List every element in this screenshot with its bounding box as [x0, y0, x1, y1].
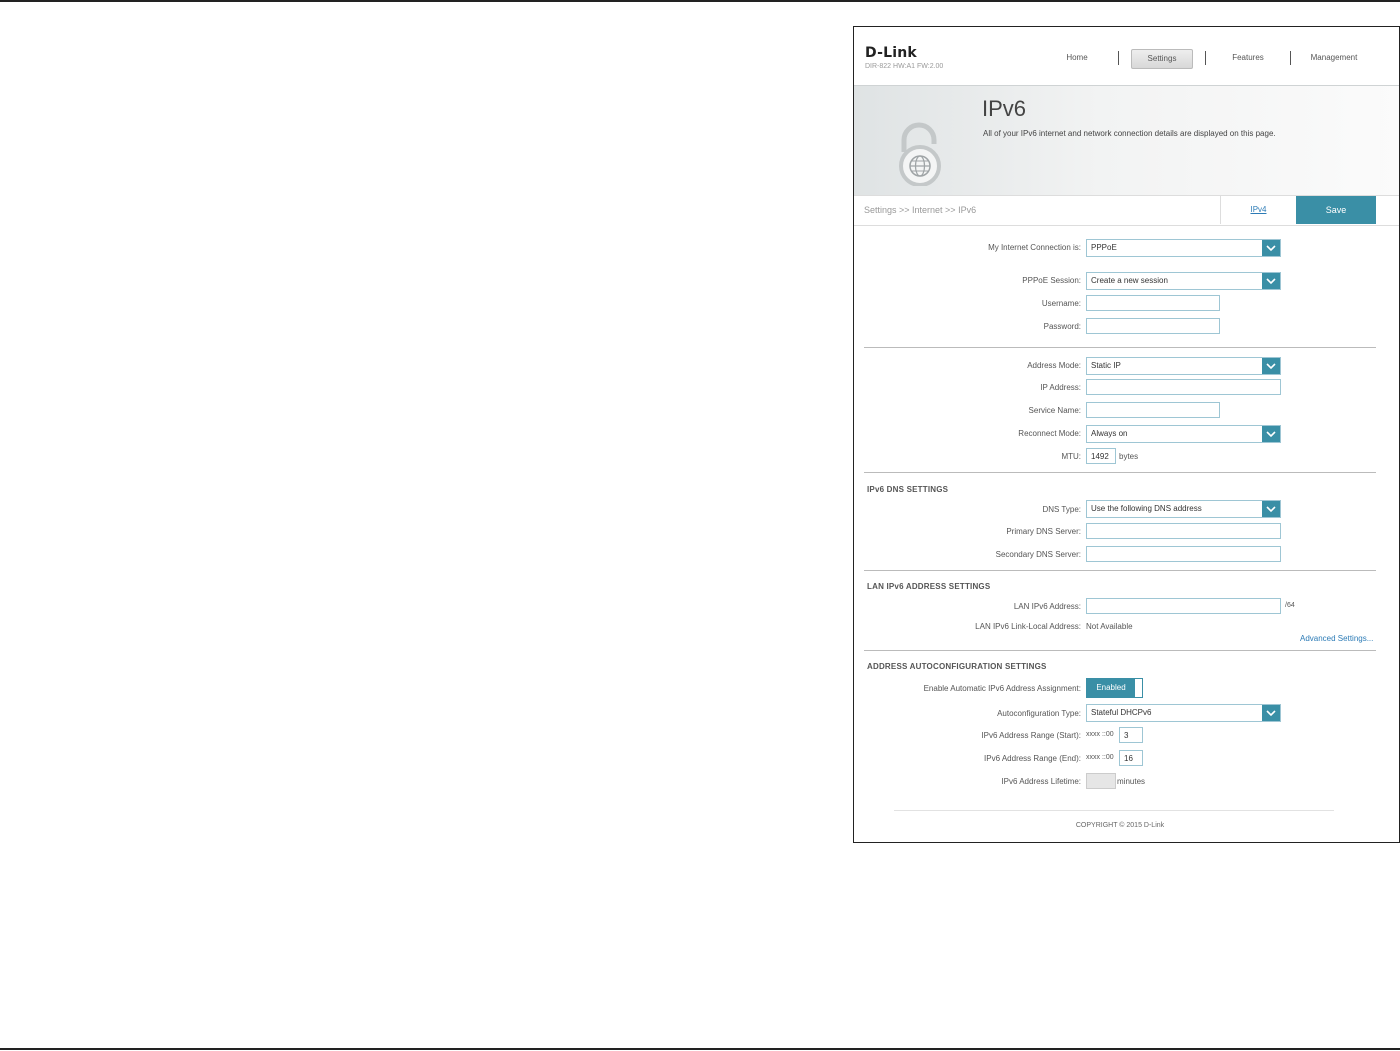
- dns-type-value: Use the following DNS address: [1091, 504, 1202, 513]
- enable-autoconfig-label: Enable Automatic IPv6 Address Assignment…: [923, 684, 1081, 693]
- unlocked-globe-lock-icon: [896, 122, 946, 191]
- ipv4-link[interactable]: IPv4: [1220, 196, 1296, 224]
- nav-home[interactable]: Home: [1052, 49, 1102, 67]
- username-field[interactable]: [1086, 295, 1220, 311]
- range-start-label: IPv6 Address Range (Start):: [981, 731, 1081, 740]
- nav-management[interactable]: Management: [1302, 49, 1366, 67]
- advanced-settings-link[interactable]: Advanced Settings...: [1300, 634, 1373, 643]
- chevron-down-icon: [1262, 358, 1280, 374]
- prefix-length: /64: [1285, 602, 1295, 609]
- pppoe-session-select[interactable]: Create a new session: [1086, 272, 1281, 290]
- range-start-field[interactable]: 3: [1119, 727, 1143, 743]
- address-mode-value: Static IP: [1091, 361, 1121, 370]
- chevron-down-icon: [1262, 273, 1280, 289]
- toggle-state: Enabled: [1087, 679, 1135, 697]
- secondary-dns-label: Secondary DNS Server:: [995, 550, 1081, 559]
- top-rule: [0, 0, 1400, 2]
- autoconfig-type-label: Autoconfiguration Type:: [997, 709, 1081, 718]
- pppoe-session-label: PPPoE Session:: [1022, 276, 1081, 285]
- connection-select-value: PPPoE: [1091, 243, 1117, 252]
- mtu-unit: bytes: [1119, 452, 1139, 461]
- username-label: Username:: [1041, 299, 1081, 308]
- secondary-dns-field[interactable]: [1086, 546, 1281, 562]
- copyright: COPYRIGHT © 2015 D-Link: [1075, 822, 1165, 829]
- page-description: All of your IPv6 internet and network co…: [983, 129, 1276, 138]
- chevron-down-icon: [1262, 501, 1280, 517]
- ip-address-field[interactable]: [1086, 379, 1281, 395]
- nav-settings[interactable]: Settings: [1131, 49, 1193, 69]
- lifetime-unit: minutes: [1117, 777, 1146, 786]
- reconnect-mode-select[interactable]: Always on: [1086, 425, 1281, 443]
- range-end-label: IPv6 Address Range (End):: [984, 754, 1081, 763]
- footer-divider: [894, 810, 1334, 811]
- router-ui-window: D-Link DIR-822 HW:A1 FW:2.00 Home Settin…: [853, 26, 1400, 843]
- lifetime-label: IPv6 Address Lifetime:: [1001, 777, 1081, 786]
- range-start-prefix: xxxx ::00: [1086, 731, 1114, 738]
- primary-dns-label: Primary DNS Server:: [1006, 527, 1081, 536]
- range-end-field[interactable]: 16: [1119, 750, 1143, 766]
- ip-address-label: IP Address:: [1040, 383, 1081, 392]
- primary-dns-field[interactable]: [1086, 523, 1281, 539]
- autoconfig-type-value: Stateful DHCPv6: [1091, 708, 1152, 717]
- service-name-field[interactable]: [1086, 402, 1220, 418]
- autoconfig-type-select[interactable]: Stateful DHCPv6: [1086, 704, 1281, 722]
- section-divider: [864, 650, 1376, 651]
- autoconfig-section-title: ADDRESS AUTOCONFIGURATION SETTINGS: [867, 662, 1047, 671]
- dns-type-label: DNS Type:: [1042, 505, 1081, 514]
- breadcrumb-bar: Settings >> Internet >> IPv6 IPv4 Save: [854, 195, 1399, 226]
- password-field[interactable]: [1086, 318, 1220, 334]
- nav-separator: [1205, 51, 1206, 65]
- save-button[interactable]: Save: [1296, 196, 1376, 224]
- mtu-label: MTU:: [1061, 452, 1081, 461]
- dlink-logo: D-Link: [865, 45, 917, 61]
- nav-separator: [1118, 51, 1119, 65]
- password-label: Password:: [1043, 322, 1081, 331]
- enable-autoconfig-toggle[interactable]: Enabled: [1086, 678, 1143, 698]
- chevron-down-icon: [1262, 705, 1280, 721]
- page-banner: IPv6 All of your IPv6 internet and netwo…: [854, 85, 1399, 196]
- chevron-down-icon: [1262, 240, 1280, 256]
- lan-ipv6-address-label: LAN IPv6 Address:: [1013, 602, 1081, 611]
- chevron-down-icon: [1262, 426, 1280, 442]
- lifetime-field[interactable]: [1086, 773, 1116, 789]
- section-divider: [864, 570, 1376, 571]
- address-mode-select[interactable]: Static IP: [1086, 357, 1281, 375]
- connection-label: My Internet Connection is:: [988, 243, 1081, 252]
- lan-section-title: LAN IPv6 ADDRESS SETTINGS: [867, 582, 991, 591]
- lan-ipv6-address-field[interactable]: [1086, 598, 1281, 614]
- range-end-prefix: xxxx ::00: [1086, 754, 1114, 761]
- reconnect-mode-value: Always on: [1091, 429, 1128, 438]
- service-name-label: Service Name:: [1028, 406, 1081, 415]
- bottom-rule: [0, 1048, 1400, 1050]
- address-mode-label: Address Mode:: [1027, 361, 1081, 370]
- dns-type-select[interactable]: Use the following DNS address: [1086, 500, 1281, 518]
- breadcrumb: Settings >> Internet >> IPv6: [864, 205, 977, 215]
- nav-separator: [1290, 51, 1291, 65]
- dns-section-title: IPv6 DNS SETTINGS: [867, 485, 949, 494]
- pppoe-session-value: Create a new session: [1091, 276, 1168, 285]
- mtu-field[interactable]: 1492: [1086, 448, 1116, 464]
- page-title: IPv6: [982, 96, 1027, 121]
- section-divider: [864, 347, 1376, 348]
- link-local-value: Not Available: [1086, 622, 1133, 631]
- connection-select[interactable]: PPPoE: [1086, 239, 1281, 257]
- section-divider: [864, 472, 1376, 473]
- nav-features[interactable]: Features: [1218, 49, 1278, 67]
- firmware-info: DIR-822 HW:A1 FW:2.00: [865, 63, 944, 70]
- reconnect-mode-label: Reconnect Mode:: [1018, 429, 1081, 438]
- header: D-Link DIR-822 HW:A1 FW:2.00 Home Settin…: [854, 27, 1399, 85]
- link-local-label: LAN IPv6 Link-Local Address:: [975, 622, 1081, 631]
